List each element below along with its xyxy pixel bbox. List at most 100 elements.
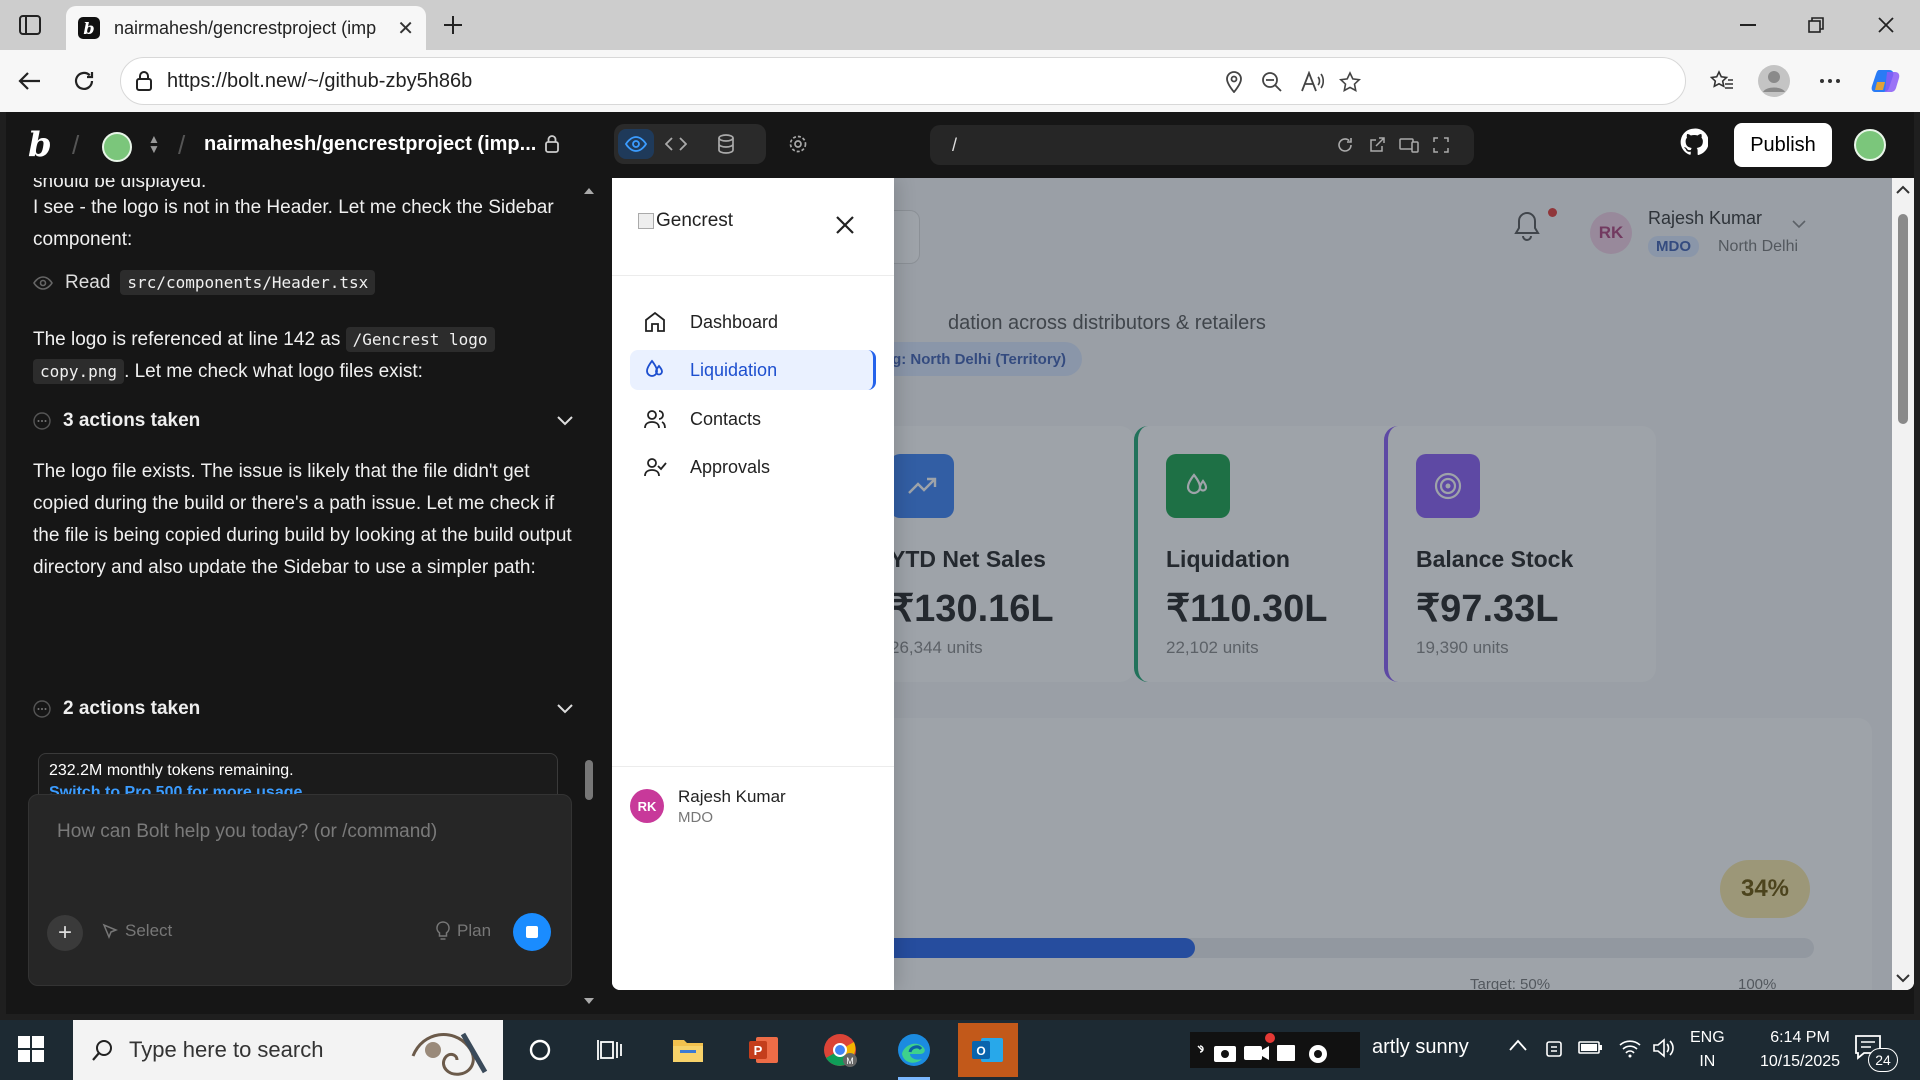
browser-tab[interactable]: b nairmahesh/gencrestproject (imp ✕ [66,6,426,50]
device-preview-icon[interactable] [1398,135,1420,155]
weather-text[interactable]: artly sunny [1372,1036,1469,1059]
cursor-select-icon [102,923,118,939]
chevron-down-icon [557,704,573,714]
outlook-icon[interactable]: O [958,1023,1018,1077]
reload-preview-icon[interactable] [1334,135,1356,155]
battery-icon[interactable] [1578,1038,1604,1056]
read-file-action[interactable]: Read src/components/Header.tsx [33,270,376,295]
profile-avatar-icon[interactable] [1756,63,1792,99]
user-avatar[interactable] [1854,129,1886,161]
tray-overflow-chevron-icon[interactable] [1508,1038,1528,1052]
bolt-logo[interactable]: b [28,128,52,162]
back-button[interactable] [12,63,48,99]
breadcrumb-separator: / [72,130,80,160]
actions-taken-toggle[interactable]: 2 actions taken [33,698,573,720]
sidebar-item-dashboard[interactable]: Dashboard [630,302,876,342]
browser-tab-bar: b nairmahesh/gencrestproject (imp ✕ [0,0,1920,50]
attach-plus-button[interactable]: + [47,915,83,951]
address-bar[interactable]: https://bolt.new/~/github-zby5h86b [120,57,1686,105]
github-icon[interactable] [1680,128,1708,156]
tab-close-icon[interactable]: ✕ [397,16,414,41]
users-icon [642,406,668,432]
settings-gear-icon[interactable] [780,129,816,159]
actions-taken-toggle[interactable]: 3 actions taken [33,410,573,432]
preview-scroll-thumb[interactable] [1898,214,1908,424]
keyboard-region: IN [1699,1053,1716,1070]
plan-button[interactable]: Plan [435,921,491,941]
taskbar-search[interactable]: Type here to search [73,1020,503,1080]
select-element-button[interactable]: Select [101,921,172,941]
tray-apps-icon[interactable] [1190,1032,1360,1068]
sidebar-drawer: Gencrest Dashboard Liquidation Contacts … [612,178,894,990]
new-tab-button[interactable] [436,8,470,42]
meet-now-icon[interactable] [1544,1038,1564,1060]
chat-input-placeholder[interactable]: How can Bolt help you today? (or /comman… [57,821,437,843]
read-file-path: src/components/Header.tsx [120,270,376,295]
url-text: https://bolt.new/~/github-zby5h86b [167,69,473,92]
favorite-star-icon[interactable] [1337,70,1363,94]
chat-scroll-thumb[interactable] [585,760,593,800]
volume-icon[interactable] [1652,1038,1676,1058]
actions-count: 3 actions taken [63,410,201,431]
actions-status-icon [33,700,51,718]
preview-scrollbar[interactable] [1892,178,1914,990]
open-external-icon[interactable] [1366,135,1388,155]
inline-code: /Gencrest logo [345,327,495,352]
close-icon[interactable] [836,216,854,234]
preview-url-bar[interactable]: / [930,125,1474,165]
cortana-icon[interactable] [510,1026,570,1074]
sidebar-user-avatar[interactable]: RK [630,789,664,823]
zoom-out-icon[interactable] [1259,70,1285,94]
location-icon[interactable] [1221,70,1247,94]
task-view-icon[interactable] [580,1026,640,1074]
project-avatar[interactable] [102,132,132,162]
copilot-icon[interactable] [1868,63,1904,99]
search-highlight-image [403,1026,493,1076]
tab-title: nairmahesh/gencrestproject (imp [114,17,377,38]
broken-image-icon [638,213,654,229]
wifi-icon[interactable] [1618,1038,1642,1058]
chat-input-box[interactable]: How can Bolt help you today? (or /comman… [28,794,572,986]
read-aloud-icon[interactable] [1299,70,1325,94]
chat-message: I see - the logo is not in the Header. L… [33,197,554,250]
favorites-icon[interactable] [1704,63,1740,99]
chat-message-text: The logo is referenced at line 142 as [33,329,341,350]
system-clock[interactable]: 6:14 PM 10/15/2025 [1750,1026,1850,1074]
tab-actions-icon[interactable] [14,10,46,40]
windows-start-icon[interactable] [18,1036,44,1062]
code-icon[interactable] [658,129,694,159]
file-explorer-icon[interactable] [658,1026,718,1074]
preview-eye-icon[interactable] [618,129,654,159]
sidebar-item-label: Dashboard [690,311,779,332]
chevron-down-icon [557,416,573,426]
user-check-icon [642,454,668,480]
chat-message-text: . Let me check what logo files exist: [124,361,423,382]
lock-icon [135,71,153,91]
refresh-button[interactable] [66,63,102,99]
breadcrumb-separator: / [178,130,186,160]
actions-count: 2 actions taken [63,698,201,719]
close-window-button[interactable] [1858,0,1914,50]
read-label: Read [65,271,111,293]
project-name[interactable]: nairmahesh/gencrestproject (imp... [204,133,536,156]
taskbar-search-placeholder: Type here to search [129,1037,324,1062]
browser-toolbar: https://bolt.new/~/github-zby5h86b [0,50,1920,112]
notification-count-badge: 24 [1868,1048,1898,1072]
database-icon[interactable] [708,129,744,159]
sidebar-item-label: Approvals [690,456,771,477]
chat-scrollbar[interactable] [582,178,596,1014]
edge-icon[interactable] [884,1026,944,1080]
project-switch-icon[interactable]: ▲ ▼ [148,133,160,155]
sidebar-item-liquidation[interactable]: Liquidation [630,350,876,390]
fullscreen-icon[interactable] [1430,135,1452,155]
restore-button[interactable] [1788,0,1844,50]
sidebar-item-approvals[interactable]: Approvals [630,447,876,487]
powerpoint-icon[interactable]: P [734,1026,794,1074]
chrome-icon[interactable]: M [810,1026,870,1074]
input-language[interactable]: ENG IN [1690,1026,1725,1074]
sidebar-item-contacts[interactable]: Contacts [630,399,876,439]
more-options-icon[interactable] [1812,63,1848,99]
stop-generation-button[interactable] [513,913,551,951]
minimize-button[interactable] [1720,0,1776,50]
publish-button[interactable]: Publish [1734,123,1832,167]
